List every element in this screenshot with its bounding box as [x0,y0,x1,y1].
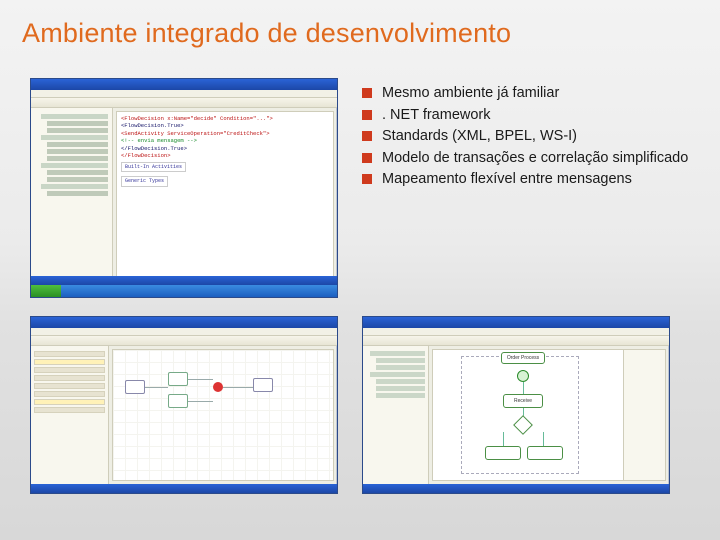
port-shape: Order Process [501,352,545,364]
bullet-square-icon [362,110,372,120]
start-shape-icon [517,370,529,382]
window-titlebar [363,317,669,328]
bullet-item: Standards (XML, BPEL, WS-I) [362,127,702,146]
bullet-item: Mapeamento flexível entre mensagens [362,170,702,189]
bullet-text: . NET framework [382,107,491,123]
bullet-text: Modelo de transações e correlação simpli… [382,150,688,166]
code-line: <FlowDecision x:Name="decide" Condition=… [121,115,329,122]
bullet-text: Mapeamento flexível entre mensagens [382,171,632,187]
collapsed-region: Generic Types [121,176,168,187]
orchestration-tree [363,346,429,484]
bullet-text: Standards (XML, BPEL, WS-I) [382,128,577,144]
code-line: <SendActivity ServiceOperation="CreditCh… [121,130,329,137]
window-toolbar [363,336,669,346]
window-menubar [363,328,669,336]
bullet-text: Mesmo ambiente já familiar [382,85,559,101]
screenshot-workflow: Order Process Receive [362,316,670,494]
screenshot-code-editor: <FlowDecision x:Name="decide" Condition=… [30,78,338,298]
functoid-icon [213,382,223,392]
window-titlebar [31,317,337,328]
window-statusbar [363,484,669,493]
screenshot-mapper [30,316,338,494]
bullet-item: . NET framework [362,106,702,125]
collapsed-region: Built-In Activities [121,162,186,173]
bullet-item: Mesmo ambiente já familiar [362,84,702,103]
window-menubar [31,328,337,336]
action-shape [527,446,563,460]
window-statusbar [31,484,337,493]
bullet-item: Modelo de transações e correlação simpli… [362,149,702,168]
bullet-square-icon [362,153,372,163]
code-line: </FlowDecision.True> [121,145,329,152]
window-statusbar [31,276,337,285]
receive-shape: Receive [503,394,543,408]
solution-explorer [31,108,113,288]
bullet-list: Mesmo ambiente já familiar . NET framewo… [362,84,702,192]
windows-taskbar [31,285,337,297]
design-surface: Order Process Receive [432,349,666,481]
code-line: </FlowDecision> [121,152,329,159]
code-pane: <FlowDecision x:Name="decide" Condition=… [116,111,334,285]
bullet-square-icon [362,131,372,141]
window-menubar [31,90,337,98]
window-toolbar [31,98,337,108]
code-line: <!-- envia mensagem --> [121,137,329,144]
action-shape [485,446,521,460]
bullet-square-icon [362,88,372,98]
properties-pane [623,350,665,480]
slide-title: Ambiente integrado de desenvolvimento [22,18,511,49]
window-titlebar [31,79,337,90]
window-toolbar [31,336,337,346]
schema-tree [31,346,109,484]
mapping-canvas [112,349,334,481]
start-button [31,285,61,297]
bullet-square-icon [362,174,372,184]
code-line: <FlowDecision.True> [121,122,329,129]
